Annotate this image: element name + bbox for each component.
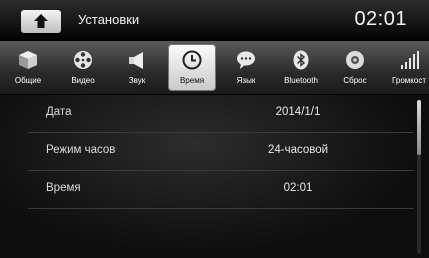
- box-icon: [19, 51, 37, 69]
- setting-value: 02:01: [283, 182, 313, 194]
- tab-language[interactable]: Язык: [222, 44, 270, 91]
- page-title: Установки: [78, 12, 140, 27]
- home-button[interactable]: [21, 10, 61, 33]
- disc-icon: [346, 51, 364, 69]
- setting-label: Режим часов: [46, 144, 116, 156]
- tab-reset[interactable]: Сброс: [331, 44, 379, 91]
- tab-sound[interactable]: Звук: [113, 44, 161, 91]
- speech-bubble-icon: [237, 51, 255, 69]
- scrollbar-thumb[interactable]: [417, 100, 421, 155]
- tab-video[interactable]: Видео: [59, 44, 107, 91]
- setting-row-date[interactable]: Дата 2014/1/1: [28, 95, 414, 133]
- tab-general[interactable]: Общие: [4, 44, 52, 91]
- tab-label: Bluetooth: [284, 76, 318, 85]
- tab-bluetooth[interactable]: Bluetooth: [277, 44, 325, 91]
- volume-bars-icon: [401, 51, 419, 69]
- speaker-icon: [129, 52, 143, 69]
- settings-screen: Установки 02:01 Общие Видео Звук Время Я…: [0, 0, 429, 258]
- settings-tabs: Общие Видео Звук Время Язык Bluetooth Сб…: [0, 41, 429, 95]
- setting-value: 2014/1/1: [275, 106, 321, 118]
- tab-label: Видео: [71, 76, 95, 85]
- tab-label: Громкост: [392, 76, 426, 85]
- tab-label: Звук: [128, 76, 146, 85]
- tab-label: Сброс: [343, 76, 367, 85]
- setting-value: 24-часовой: [267, 144, 329, 156]
- bluetooth-icon: [293, 50, 309, 70]
- film-reel-icon: [74, 51, 92, 69]
- top-bar: Установки 02:01: [0, 0, 429, 41]
- home-icon: [34, 14, 48, 28]
- setting-row-time[interactable]: Время 02:01: [28, 171, 414, 209]
- clock-icon: [182, 50, 202, 70]
- tab-label: Время: [179, 76, 205, 85]
- setting-label: Дата: [46, 106, 72, 118]
- tab-volume[interactable]: Громкост: [385, 44, 429, 91]
- scrollbar[interactable]: [417, 100, 421, 254]
- setting-label: Время: [46, 182, 81, 194]
- tab-label: Язык: [236, 76, 256, 85]
- status-clock: 02:01: [354, 8, 407, 30]
- setting-row-clock-mode[interactable]: Режим часов 24-часовой: [28, 133, 414, 171]
- tab-time[interactable]: Время: [168, 44, 216, 91]
- tab-label: Общие: [14, 76, 42, 85]
